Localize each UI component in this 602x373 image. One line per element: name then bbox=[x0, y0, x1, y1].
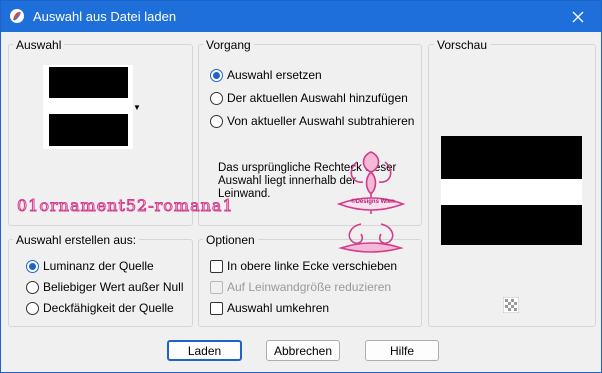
radio-auswahl-subtrahieren[interactable]: Von aktueller Auswahl subtrahieren bbox=[210, 114, 414, 128]
preview-image bbox=[441, 136, 582, 245]
selection-thumbnail[interactable] bbox=[43, 65, 133, 149]
close-button[interactable] bbox=[555, 1, 601, 32]
auswahl-group-label: Auswahl bbox=[13, 38, 65, 52]
checkbox-indicator[interactable] bbox=[210, 301, 223, 315]
checkbox-indicator[interactable] bbox=[210, 280, 223, 294]
checkbox-auswahl-umkehren[interactable]: Auswahl umkehren bbox=[210, 301, 329, 315]
vorgang-group-label: Vorgang bbox=[203, 38, 254, 52]
thumbnail-black-band-bottom bbox=[49, 114, 128, 146]
radio-label: Beliebiger Wert außer Null bbox=[43, 280, 184, 294]
watermark-text: 01ornament52-romana1 bbox=[17, 196, 234, 216]
vorschau-group-label: Vorschau bbox=[434, 38, 491, 52]
radio-indicator[interactable] bbox=[210, 68, 223, 82]
checkbox-obere-linke-ecke[interactable]: In obere linke Ecke verschieben bbox=[210, 259, 397, 273]
abbrechen-button[interactable]: Abbrechen bbox=[266, 340, 340, 361]
checkbox-label: Auf Leinwandgröße reduzieren bbox=[227, 280, 392, 294]
radio-label: Auswahl ersetzen bbox=[227, 68, 322, 82]
checkbox-leinwandgroesse[interactable]: Auf Leinwandgröße reduzieren bbox=[210, 280, 391, 294]
paintshop-icon bbox=[10, 9, 24, 23]
radio-deckfaehigkeit[interactable]: Deckfähigkeit der Quelle bbox=[26, 301, 174, 315]
checkbox-label: In obere linke Ecke verschieben bbox=[227, 259, 398, 273]
radio-indicator[interactable] bbox=[210, 91, 223, 105]
optionen-group-label: Optionen bbox=[203, 233, 258, 247]
window-title: Auswahl aus Datei laden bbox=[33, 9, 177, 24]
preview-black-band-top bbox=[441, 136, 582, 179]
radio-indicator[interactable] bbox=[26, 280, 39, 294]
decorative-logo-text: ©Designs Wien bbox=[351, 199, 395, 205]
radio-label: Der aktuellen Auswahl hinzufügen bbox=[227, 91, 408, 105]
radio-indicator[interactable] bbox=[26, 301, 39, 315]
dialog-window: Auswahl aus Datei laden Auswahl ▼ Vorgan… bbox=[0, 0, 602, 373]
radio-label: Deckfähigkeit der Quelle bbox=[43, 301, 174, 315]
radio-beliebiger-wert[interactable]: Beliebiger Wert außer Null bbox=[26, 280, 184, 294]
radio-auswahl-ersetzen[interactable]: Auswahl ersetzen bbox=[210, 68, 322, 82]
hilfe-button[interactable]: Hilfe bbox=[365, 340, 439, 361]
radio-luminanz[interactable]: Luminanz der Quelle bbox=[26, 259, 154, 273]
laden-button[interactable]: Laden bbox=[167, 340, 242, 361]
checkbox-label: Auswahl umkehren bbox=[227, 301, 330, 315]
checkerboard-icon[interactable] bbox=[503, 297, 519, 313]
radio-indicator[interactable] bbox=[210, 114, 223, 128]
radio-auswahl-hinzufuegen[interactable]: Der aktuellen Auswahl hinzufügen bbox=[210, 91, 408, 105]
close-icon bbox=[572, 11, 584, 22]
radio-label: Luminanz der Quelle bbox=[43, 259, 154, 273]
erstellen-group-label: Auswahl erstellen aus: bbox=[13, 233, 140, 247]
chevron-down-icon[interactable]: ▼ bbox=[133, 103, 141, 112]
radio-indicator[interactable] bbox=[26, 259, 39, 273]
preview-black-band-bottom bbox=[441, 205, 582, 245]
title-bar[interactable]: Auswahl aus Datei laden bbox=[1, 1, 601, 32]
radio-label: Von aktueller Auswahl subtrahieren bbox=[227, 114, 415, 128]
thumbnail-black-band-top bbox=[49, 67, 128, 98]
checkbox-indicator[interactable] bbox=[210, 259, 223, 273]
